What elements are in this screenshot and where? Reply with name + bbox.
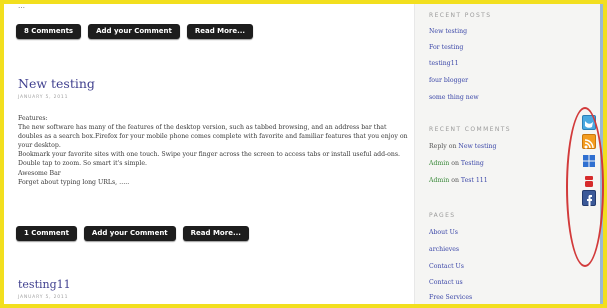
main-content: … 8 Comments Add your Comment Read More.… <box>6 0 410 308</box>
recent-post-link[interactable]: testing11 <box>429 60 459 67</box>
partial-post-text: … <box>18 2 26 10</box>
highlight-ellipse <box>566 107 604 267</box>
add-comment-button[interactable]: Add your Comment <box>88 24 180 39</box>
pages-heading: PAGES <box>429 212 456 219</box>
page-link[interactable]: Contact Us <box>429 263 464 270</box>
recent-post-link[interactable]: four blogger <box>429 77 468 84</box>
post-title[interactable]: testing11 <box>18 278 71 291</box>
recent-post-link[interactable]: New testing <box>429 28 467 35</box>
post-date: JANUARY 5, 2011 <box>18 295 69 300</box>
read-more-button[interactable]: Read More... <box>186 24 254 39</box>
add-comment-button[interactable]: Add your Comment <box>83 226 176 241</box>
comment-on-text: on <box>448 143 457 150</box>
post-paragraph: Awesome Bar <box>18 169 61 177</box>
post-title[interactable]: New testing <box>18 76 95 91</box>
recent-comment-item: Admin on Testing <box>429 160 484 167</box>
recent-comment-item: Reply on New testing <box>429 143 497 150</box>
post-paragraph: Features: <box>18 115 48 122</box>
page-link[interactable]: About Us <box>429 229 458 236</box>
post-paragraph: The new software has many of the feature… <box>18 124 408 150</box>
comment-author[interactable]: Admin <box>429 177 449 184</box>
comment-on-text: on <box>451 160 459 167</box>
comments-button[interactable]: 1 Comment <box>16 226 77 241</box>
comment-on-text: on <box>451 177 459 184</box>
page-link[interactable]: Free Services <box>429 294 472 301</box>
first-post-button-row: 8 Comments Add your Comment Read More... <box>16 24 254 39</box>
comment-post-link[interactable]: Testing <box>461 160 484 167</box>
read-more-button[interactable]: Read More... <box>182 226 249 241</box>
post-paragraph: Forget about typing long URLs, ….. <box>18 178 130 186</box>
recent-post-link[interactable]: For testing <box>429 44 463 51</box>
post-date: JANUARY 5, 2011 <box>18 95 69 100</box>
recent-comment-item: Admin on Test 111 <box>429 177 488 184</box>
page-link[interactable]: Contact us <box>429 279 463 286</box>
comment-author[interactable]: Admin <box>429 160 449 167</box>
comment-post-link[interactable]: Test 111 <box>461 177 488 184</box>
page-link[interactable]: archieves <box>429 246 459 253</box>
recent-comments-heading: RECENT COMMENTS <box>429 126 512 133</box>
recent-post-link[interactable]: some thing new <box>429 94 479 101</box>
second-post-button-row: 1 Comment Add your Comment Read More... <box>16 226 249 241</box>
comment-author[interactable]: Reply <box>429 143 447 150</box>
comments-button[interactable]: 8 Comments <box>16 24 82 39</box>
post-body: Features: The new software has many of t… <box>18 114 410 187</box>
recent-posts-heading: RECENT POSTS <box>429 12 492 19</box>
post-paragraph: Bookmark your favorite sites with one to… <box>18 151 400 168</box>
comment-post-link[interactable]: New testing <box>458 143 496 150</box>
